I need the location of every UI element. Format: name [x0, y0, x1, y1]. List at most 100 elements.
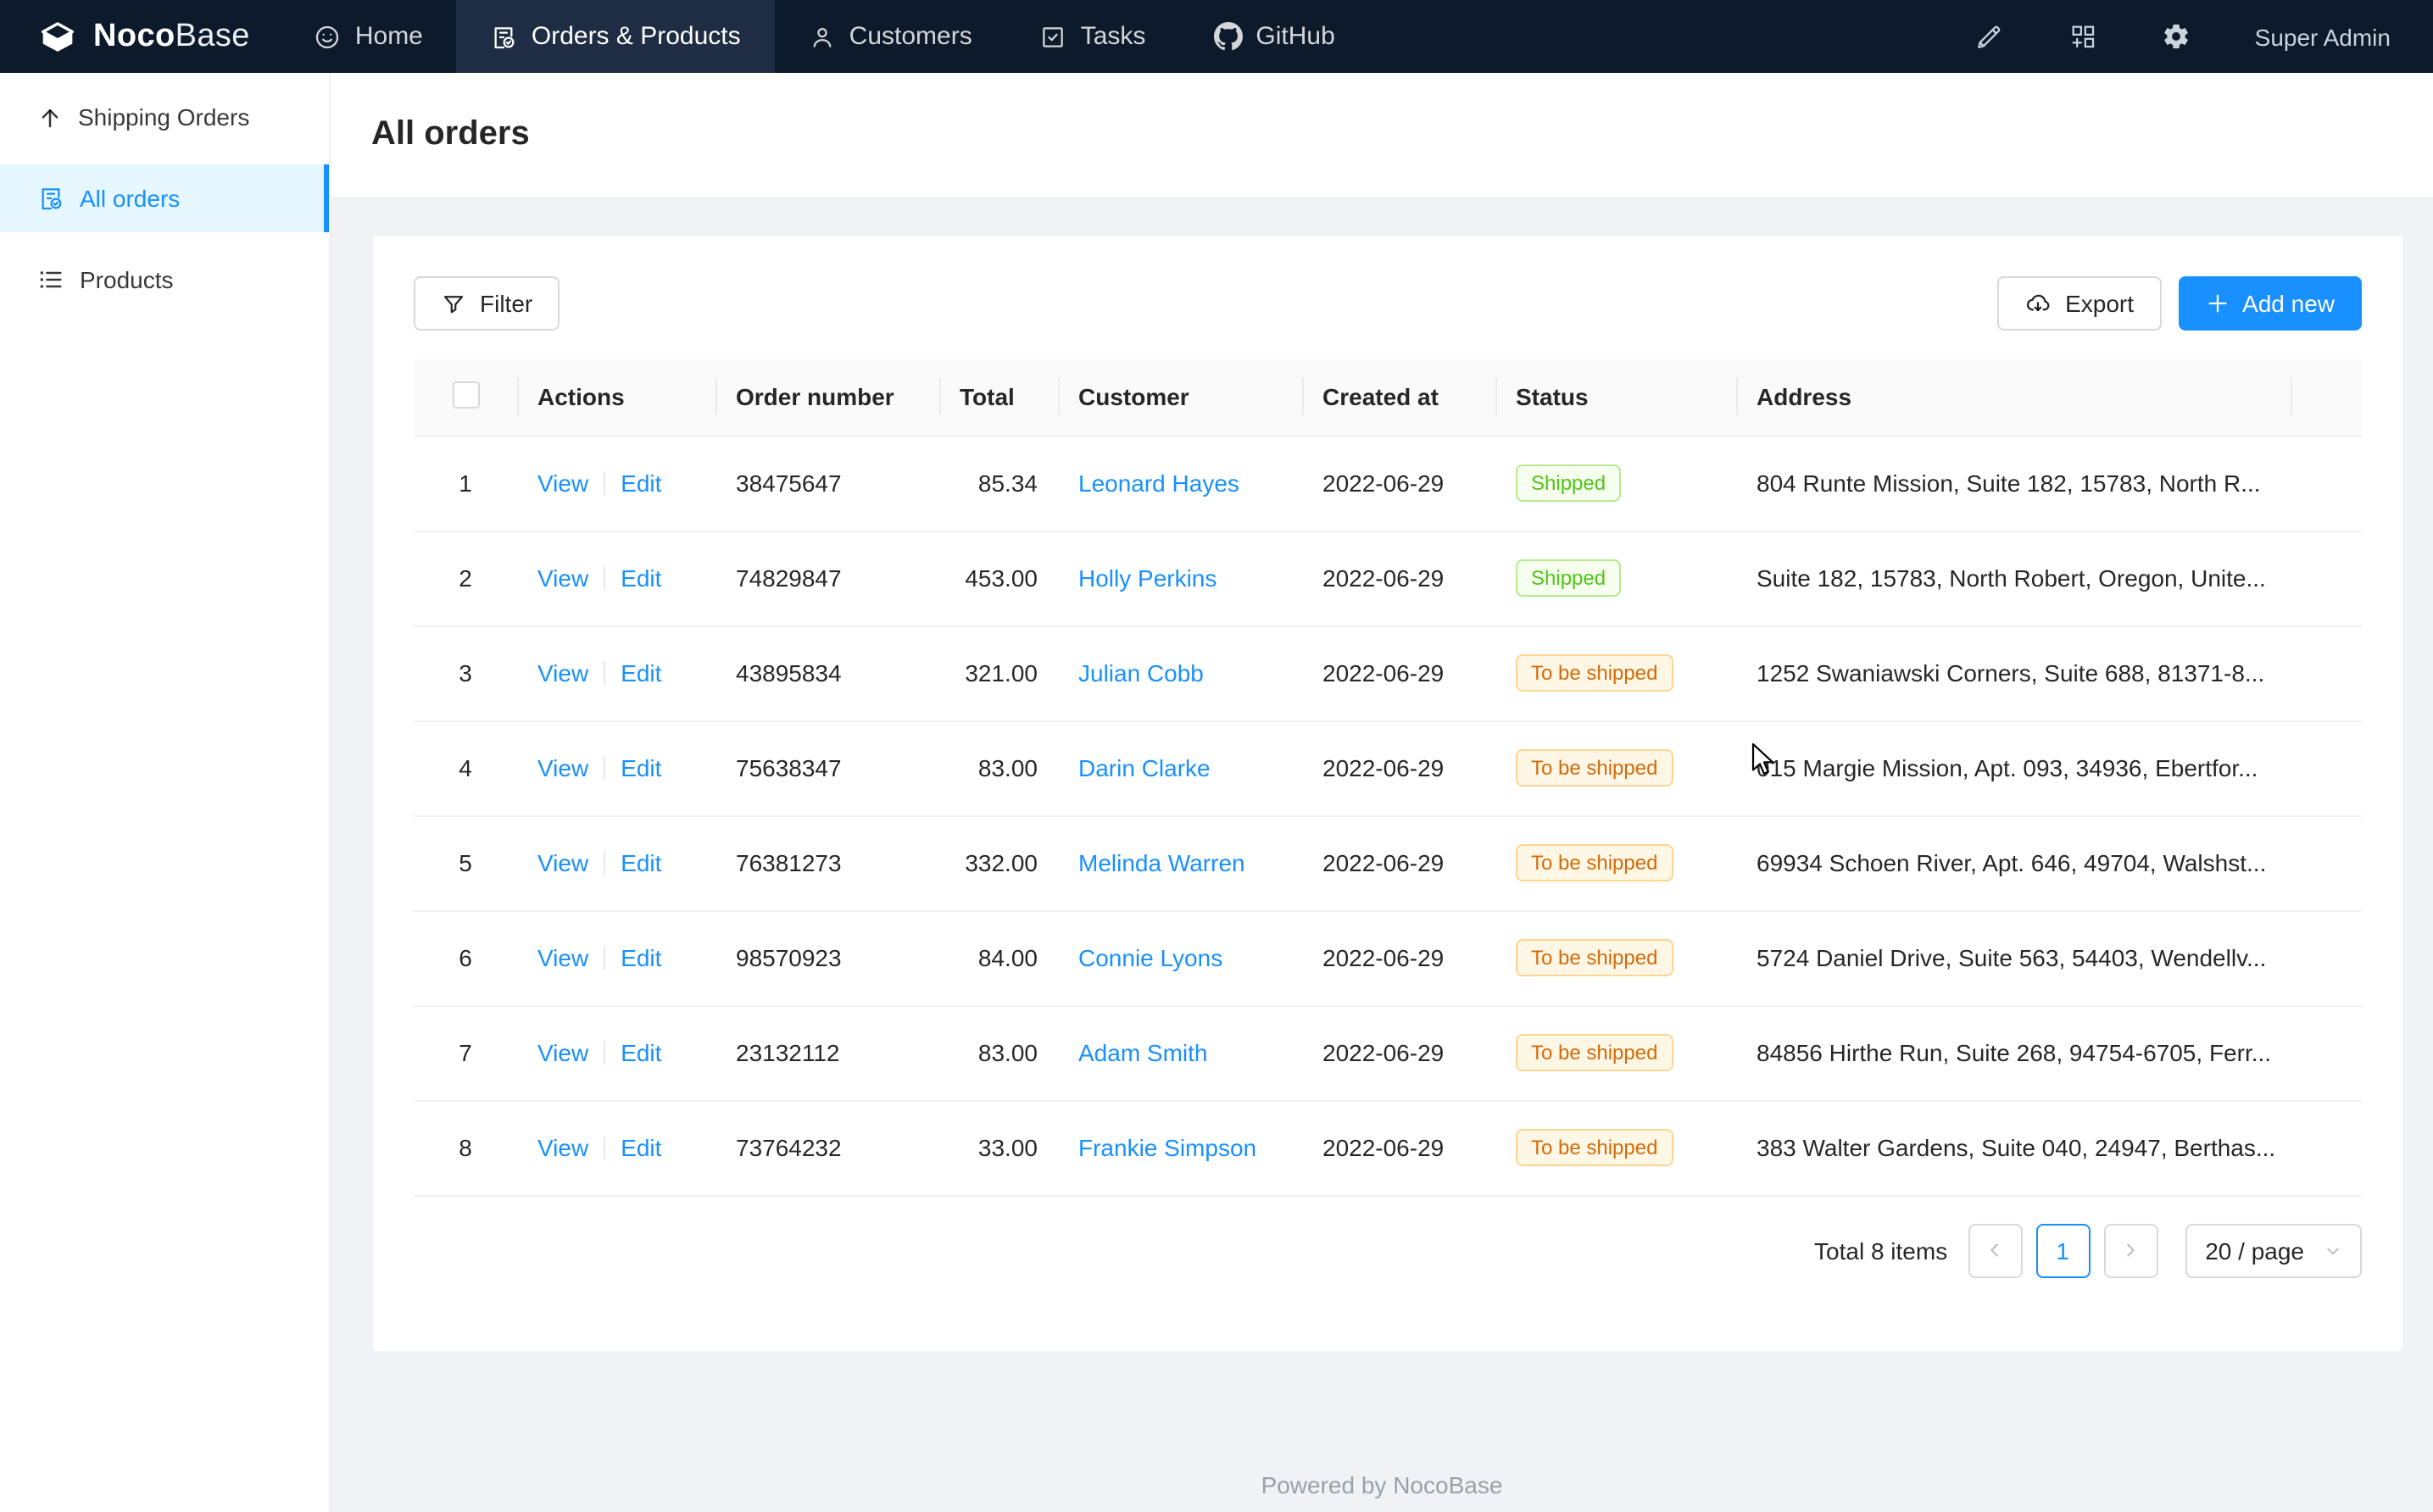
- table-header-row: Actions Order number Total Customer Crea…: [414, 359, 2362, 436]
- sidebar-item-products[interactable]: Products: [0, 246, 329, 314]
- customer-link[interactable]: Melinda Warren: [1078, 849, 1245, 876]
- total-cell: 83.00: [939, 1005, 1058, 1100]
- tab-customers[interactable]: Customers: [775, 0, 1006, 73]
- edit-link[interactable]: Edit: [621, 1039, 661, 1066]
- status-badge: To be shipped: [1516, 844, 1673, 881]
- total-cell: 453.00: [939, 531, 1058, 625]
- list-icon: [37, 266, 64, 293]
- table-row: 4 View Edit 75638347 83.00 Darin Clarke …: [414, 720, 2362, 815]
- sidebar-item-all-orders[interactable]: All orders: [0, 164, 329, 232]
- view-link[interactable]: View: [537, 659, 588, 687]
- page-header: All orders: [331, 73, 2433, 197]
- user-icon: [809, 23, 836, 50]
- column-header-filler: [2291, 359, 2362, 436]
- table-row: 2 View Edit 74829847 453.00 Holly Perkin…: [414, 531, 2362, 625]
- tab-tasks[interactable]: Tasks: [1006, 0, 1180, 73]
- total-cell: 332.00: [939, 815, 1058, 910]
- edit-link[interactable]: Edit: [621, 1134, 661, 1161]
- page-body: Filter Export: [331, 197, 2433, 1512]
- export-button[interactable]: Export: [1997, 276, 2161, 331]
- filler-cell: [2291, 625, 2362, 720]
- view-link[interactable]: View: [537, 944, 588, 971]
- view-link[interactable]: View: [537, 849, 588, 876]
- highlighter-icon[interactable]: [1975, 22, 2004, 51]
- sidebar-item-label: All orders: [80, 185, 180, 212]
- customer-link[interactable]: Frankie Simpson: [1078, 1134, 1256, 1161]
- total-cell: 85.34: [939, 436, 1058, 531]
- customer-link[interactable]: Adam Smith: [1078, 1039, 1208, 1066]
- order-number-cell: 74829847: [715, 531, 939, 625]
- page-size-select[interactable]: 20 / page: [2185, 1223, 2362, 1277]
- column-header-customer: Customer: [1058, 359, 1302, 436]
- table-row: 6 View Edit 98570923 84.00 Connie Lyons …: [414, 910, 2362, 1005]
- edit-link[interactable]: Edit: [621, 849, 661, 876]
- prev-page-button[interactable]: [1968, 1223, 2022, 1277]
- user-menu[interactable]: Super Admin: [2255, 23, 2391, 50]
- page-title: All orders: [371, 115, 530, 154]
- edit-link[interactable]: Edit: [621, 470, 661, 497]
- status-badge: To be shipped: [1516, 749, 1673, 787]
- nav-right: Super Admin: [1975, 0, 2433, 73]
- arrow-up-icon: [37, 104, 63, 130]
- add-new-button[interactable]: Add new: [2178, 276, 2362, 331]
- gear-icon[interactable]: [2162, 22, 2191, 51]
- row-index: 1: [414, 436, 517, 531]
- edit-link[interactable]: Edit: [621, 944, 661, 971]
- customer-link[interactable]: Leonard Hayes: [1078, 470, 1239, 497]
- nocobase-logo[interactable]: NocoBase: [0, 0, 250, 73]
- app-window: NocoBase Home Orders: [0, 0, 2433, 1512]
- table-row: 3 View Edit 43895834 321.00 Julian Cobb …: [414, 625, 2362, 720]
- edit-link[interactable]: Edit: [621, 754, 661, 781]
- footer-text: Powered by NocoBase: [331, 1471, 2433, 1498]
- filler-cell: [2291, 531, 2362, 625]
- column-header-order-number: Order number: [715, 359, 939, 436]
- status-badge: Shipped: [1516, 559, 1621, 597]
- customer-link[interactable]: Darin Clarke: [1078, 754, 1211, 781]
- filter-button[interactable]: Filter: [414, 276, 560, 331]
- view-link[interactable]: View: [537, 754, 588, 781]
- view-link[interactable]: View: [537, 1134, 588, 1161]
- tab-github[interactable]: GitHub: [1179, 0, 1368, 73]
- address-cell: 804 Runte Mission, Suite 182, 15783, Nor…: [1736, 436, 2291, 531]
- next-page-button[interactable]: [2103, 1223, 2157, 1277]
- filler-cell: [2291, 1100, 2362, 1195]
- filter-icon: [441, 291, 466, 316]
- select-all-checkbox[interactable]: [452, 381, 479, 409]
- orders-card: Filter Export: [373, 236, 2402, 1351]
- tab-orders-and-products[interactable]: Orders & Products: [457, 0, 775, 73]
- action-divider: [604, 661, 605, 685]
- order-number-cell: 23132112: [715, 1005, 939, 1100]
- row-index: 7: [414, 1005, 517, 1100]
- sidebar-item-shipping-orders[interactable]: Shipping Orders: [0, 83, 329, 151]
- table-row: 8 View Edit 73764232 33.00 Frankie Simps…: [414, 1100, 2362, 1195]
- address-cell: 5724 Daniel Drive, Suite 563, 54403, Wen…: [1736, 910, 2291, 1005]
- nav-tabs: Home Orders & Products Customers: [281, 0, 1369, 73]
- view-link[interactable]: View: [537, 470, 588, 497]
- chevron-down-icon: [2324, 1242, 2341, 1259]
- row-index: 6: [414, 910, 517, 1005]
- order-number-cell: 43895834: [715, 625, 939, 720]
- edit-link[interactable]: Edit: [621, 564, 661, 592]
- customer-link[interactable]: Connie Lyons: [1078, 944, 1222, 971]
- created-at-cell: 2022-06-29: [1302, 720, 1495, 815]
- row-index: 5: [414, 815, 517, 910]
- created-at-cell: 2022-06-29: [1302, 436, 1495, 531]
- created-at-cell: 2022-06-29: [1302, 910, 1495, 1005]
- page-1-button[interactable]: 1: [2035, 1223, 2090, 1277]
- action-divider: [604, 946, 605, 970]
- blocks-plus-icon[interactable]: [2068, 22, 2097, 51]
- customer-link[interactable]: Holly Perkins: [1078, 564, 1216, 592]
- edit-link[interactable]: Edit: [621, 659, 661, 687]
- created-at-cell: 2022-06-29: [1302, 815, 1495, 910]
- customer-link[interactable]: Julian Cobb: [1078, 659, 1204, 687]
- cloud-download-icon: [2024, 290, 2052, 317]
- filler-cell: [2291, 436, 2362, 531]
- row-index: 8: [414, 1100, 517, 1195]
- column-header-created-at: Created at: [1302, 359, 1495, 436]
- address-cell: 383 Walter Gardens, Suite 040, 24947, Be…: [1736, 1100, 2291, 1195]
- view-link[interactable]: View: [537, 564, 588, 592]
- row-index: 2: [414, 531, 517, 625]
- view-link[interactable]: View: [537, 1039, 588, 1066]
- tab-home[interactable]: Home: [281, 0, 457, 73]
- total-cell: 33.00: [939, 1100, 1058, 1195]
